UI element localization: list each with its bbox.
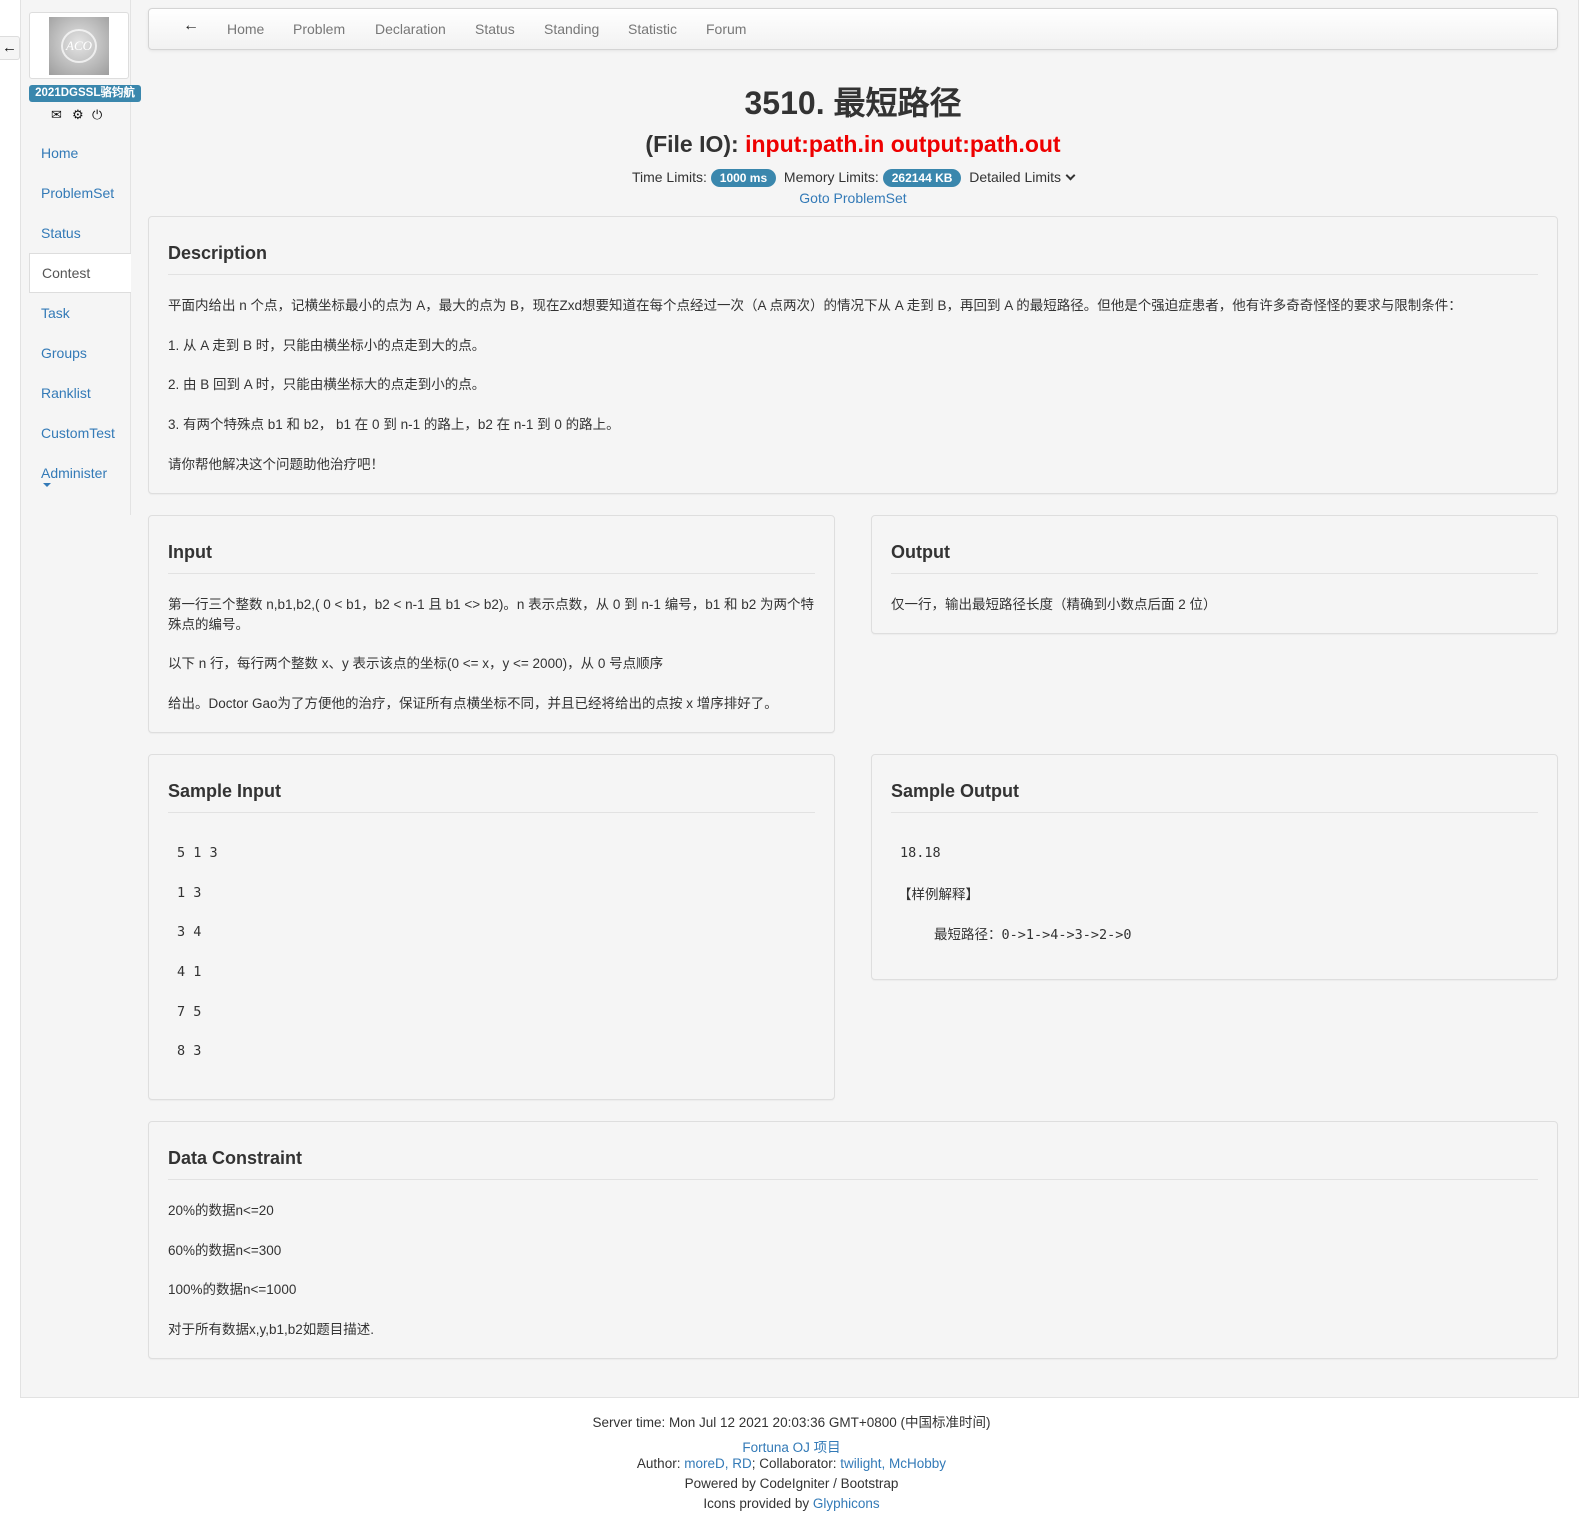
sample-output-heading: Sample Output	[891, 781, 1538, 813]
description-paragraph: 2. 由 B 回到 A 时，只能由横坐标大的点走到小的点。	[168, 377, 486, 392]
sample-input-panel: Sample Input 5 1 3 1 3 3 4 4 1 7 5 8 3	[148, 754, 835, 1100]
sample-input-line: 5 1 3	[177, 845, 218, 861]
description-paragraph: 3. 有两个特殊点 b1 和 b2， b1 在 0 到 n-1 的路上，b2 在…	[168, 417, 620, 432]
sidebar: ACO 2021DGSSL骆钧航 ✉ ⚙ ⏻ Home ProblemSet S…	[21, 0, 141, 515]
sidebar-item-status[interactable]: Status	[29, 213, 131, 253]
output-paragraph: 仅一行，输出最短路径长度（精确到小数点后面 2 位）	[891, 597, 1217, 612]
topnav-forum[interactable]: Forum	[706, 21, 746, 37]
server-time: Server time: Mon Jul 12 2021 20:03:36 GM…	[592, 1415, 991, 1430]
arrow-left-icon: ←	[2, 39, 17, 56]
topnav-statistic[interactable]: Statistic	[628, 21, 677, 37]
detailed-limits-label: Detailed Limits	[969, 169, 1062, 185]
sidebar-item-ranklist[interactable]: Ranklist	[29, 373, 131, 413]
authors-link[interactable]: moreD, RD	[684, 1456, 752, 1471]
input-paragraph: 第一行三个整数 n,b1,b2,( 0 < b1，b2 < n-1 且 b1 <…	[168, 597, 814, 632]
description-paragraph: 1. 从 A 走到 B 时，只能由横坐标小的点走到大的点。	[168, 338, 486, 353]
file-io-line: (File IO): input:path.in output:path.out	[148, 131, 1558, 158]
description-heading: Description	[168, 243, 1538, 275]
footer-powered: Powered by CodeIgniter / Bootstrap	[684, 1476, 899, 1491]
data-constraint-panel: Data Constraint 20%的数据n<=20 60%的数据n<=300…	[148, 1121, 1558, 1359]
goto-problemset-link[interactable]: Goto ProblemSet	[148, 190, 1558, 206]
description-paragraph: 平面内给出 n 个点，记横坐标最小的点为 A，最大的点为 B，现在Zxd想要知道…	[168, 298, 1462, 313]
collaborator-label: ; Collaborator:	[751, 1456, 841, 1471]
limits-line: Time Limits: 1000 ms Memory Limits: 2621…	[148, 169, 1558, 187]
file-io-value: input:path.in output:path.out	[745, 131, 1061, 157]
sample-input-line: 8 3	[177, 1043, 202, 1059]
description-panel: Description 平面内给出 n 个点，记横坐标最小的点为 A，最大的点为…	[148, 216, 1558, 494]
input-panel: Input 第一行三个整数 n,b1,b2,( 0 < b1，b2 < n-1 …	[148, 515, 835, 733]
icons-label: Icons provided by	[703, 1496, 813, 1511]
time-limit-label: Time Limits:	[631, 169, 707, 185]
memory-limit-label: Memory Limits:	[783, 169, 879, 185]
constraint-paragraph: 100%的数据n<=1000	[168, 1282, 297, 1297]
gear-icon[interactable]: ⚙	[72, 107, 84, 123]
page-title: 3510. 最短路径	[744, 85, 962, 121]
sidebar-item-administer[interactable]: Administer	[29, 453, 131, 493]
avatar-image: ACO	[49, 17, 109, 75]
sample-explain-title: 【样例解释】	[898, 887, 979, 903]
output-panel: Output 仅一行，输出最短路径长度（精确到小数点后面 2 位）	[871, 515, 1558, 634]
sample-input-line: 1 3	[177, 885, 202, 901]
glyphicons-link[interactable]: Glyphicons	[813, 1496, 880, 1511]
topnav-status[interactable]: Status	[475, 21, 515, 37]
footer-project: Fortuna OJ 项目	[0, 1436, 1583, 1456]
sidebar-item-home[interactable]: Home	[29, 133, 131, 173]
topnav-problem[interactable]: Problem	[293, 21, 345, 37]
topnav-home[interactable]: Home	[227, 21, 264, 37]
detailed-limits-toggle[interactable]: Detailed Limits	[969, 169, 1076, 185]
sample-input-line: 3 4	[177, 924, 202, 940]
sidebar-nav: Home ProblemSet Status Contest Task Grou…	[29, 133, 131, 487]
footer-icons: Icons provided by Glyphicons	[0, 1496, 1583, 1511]
sample-input-heading: Sample Input	[168, 781, 815, 813]
sample-output-panel: Sample Output 18.18 【样例解释】 最短路径：0->1->4-…	[871, 754, 1558, 980]
constraint-paragraph: 60%的数据n<=300	[168, 1243, 282, 1258]
avatar-logo-text: ACO	[61, 29, 97, 63]
sample-input-line: 7 5	[177, 1004, 202, 1020]
user-actions: ✉ ⚙ ⏻	[51, 107, 111, 123]
sample-output-value: 18.18	[900, 845, 941, 861]
avatar[interactable]: ACO	[29, 12, 129, 79]
description-paragraph: 请你帮他解决这个问题助他治疗吧！	[168, 457, 384, 472]
output-heading: Output	[891, 542, 1538, 574]
sidebar-item-problemset[interactable]: ProblemSet	[29, 173, 131, 213]
sidebar-item-task[interactable]: Task	[29, 293, 131, 333]
username-badge[interactable]: 2021DGSSL骆钧航	[29, 85, 141, 102]
collaborators-link[interactable]: twilight, McHobby	[840, 1456, 946, 1471]
time-limit-badge: 1000 ms	[710, 169, 777, 187]
constraint-paragraph: 20%的数据n<=20	[168, 1203, 274, 1218]
input-paragraph: 以下 n 行，每行两个整数 x、y 表示该点的坐标(0 <= x，y <= 20…	[168, 656, 664, 671]
input-paragraph: 给出。Doctor Gao为了方便他的治疗，保证所有点横坐标不同，并且已经将给出…	[168, 696, 778, 711]
data-constraint-heading: Data Constraint	[168, 1148, 1538, 1180]
file-io-label: (File IO):	[645, 131, 746, 157]
envelope-icon[interactable]: ✉	[51, 107, 62, 123]
sidebar-item-customtest[interactable]: CustomTest	[29, 413, 131, 453]
topnav-standing[interactable]: Standing	[544, 21, 599, 37]
project-link[interactable]: Fortuna OJ 项目	[742, 1440, 840, 1455]
sample-explain-line: 最短路径：0->1->4->3->2->0	[934, 927, 1132, 943]
memory-limit-badge: 262144 KB	[882, 169, 962, 187]
main-container: ACO 2021DGSSL骆钧航 ✉ ⚙ ⏻ Home ProblemSet S…	[20, 0, 1579, 1398]
constraint-paragraph: 对于所有数据x,y,b1,b2如题目描述.	[168, 1322, 375, 1337]
top-navbar: ← Home Problem Declaration Status Standi…	[148, 8, 1558, 50]
chevron-down-icon	[1065, 170, 1076, 181]
topnav-declaration[interactable]: Declaration	[375, 21, 446, 37]
arrow-left-icon[interactable]: ←	[183, 17, 199, 35]
footer-authors: Author: moreD, RD; Collaborator: twiligh…	[0, 1456, 1583, 1471]
input-heading: Input	[168, 542, 815, 574]
author-label: Author:	[636, 1456, 685, 1471]
power-icon[interactable]: ⏻	[92, 107, 102, 123]
sidebar-item-groups[interactable]: Groups	[29, 333, 131, 373]
sidebar-item-label: Administer	[41, 465, 108, 481]
sample-input-line: 4 1	[177, 964, 202, 980]
sidebar-item-contest[interactable]: Contest	[29, 253, 131, 293]
collapse-sidebar-button[interactable]: ←	[0, 36, 20, 60]
